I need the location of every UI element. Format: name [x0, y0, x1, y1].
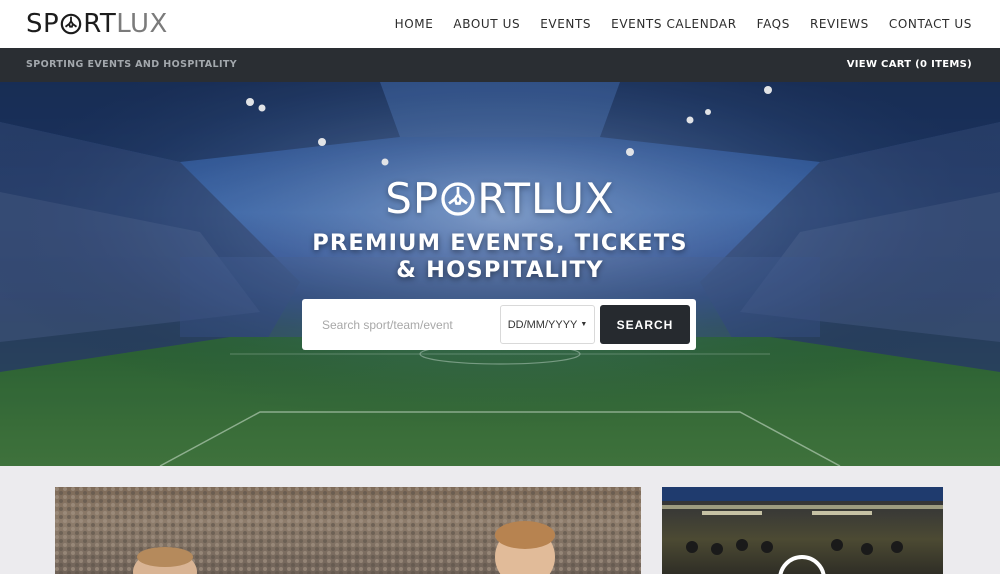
event-card-secondary[interactable] [662, 487, 943, 574]
hero-title: PREMIUM EVENTS, TICKETS & HOSPITALITY [0, 230, 1000, 284]
hero-title-line-2: & HOSPITALITY [396, 257, 604, 283]
nav-item-contact-us[interactable]: CONTACT US [889, 17, 972, 31]
hero-banner: SP RTLUX PREMIUM EVENTS, TICKETS & HOSPIT… [0, 82, 1000, 466]
logo-text-strong: S [26, 9, 44, 39]
logo-text-strong-rt: RT [83, 9, 117, 39]
nav-item-faqs[interactable]: FAQS [757, 17, 790, 31]
football-players-image [55, 487, 641, 574]
date-picker-label: DD/MM/YYYY [507, 318, 578, 331]
hero-logo-text-light: LUX [530, 174, 615, 223]
sub-bar: SPORTING EVENTS AND HOSPITALITY VIEW CAR… [0, 48, 1000, 82]
site-logo[interactable]: S P RT LUX [26, 7, 168, 41]
nav-item-home[interactable]: HOME [395, 17, 434, 31]
nav-item-about-us[interactable]: ABOUT US [453, 17, 520, 31]
football-icon [60, 13, 82, 35]
hero-logo-text-sp: SP [385, 174, 440, 223]
football-icon [441, 182, 475, 216]
search-form: DD/MM/YYYY ▼ SEARCH [302, 299, 696, 350]
site-tagline: SPORTING EVENTS AND HOSPITALITY [26, 59, 238, 70]
main-nav: HOME ABOUT US EVENTS EVENTS CALENDAR FAQ… [395, 0, 972, 48]
nav-item-events-calendar[interactable]: EVENTS CALENDAR [611, 17, 737, 31]
search-button[interactable]: SEARCH [600, 305, 690, 344]
date-picker[interactable]: DD/MM/YYYY ▼ [500, 305, 595, 344]
logo-text-light: LUX [116, 9, 168, 39]
site-header: S P RT LUX HOME ABOUT US EVENTS EVENTS CALE… [0, 0, 1000, 48]
search-input[interactable] [308, 305, 498, 344]
nav-item-reviews[interactable]: REVIEWS [810, 17, 869, 31]
stadium-stand-image [662, 487, 943, 574]
nav-item-events[interactable]: EVENTS [540, 17, 591, 31]
logo-text-strong-p: P [43, 9, 60, 39]
hero-title-line-1: PREMIUM EVENTS, TICKETS [312, 230, 688, 256]
featured-event-card[interactable] [55, 487, 641, 574]
hero-logo: SP RTLUX [0, 174, 1000, 223]
caret-down-icon: ▼ [580, 321, 588, 328]
hero-logo-text-rt: RT [477, 174, 531, 223]
view-cart-link[interactable]: VIEW CART (0 ITEMS) [847, 48, 972, 82]
